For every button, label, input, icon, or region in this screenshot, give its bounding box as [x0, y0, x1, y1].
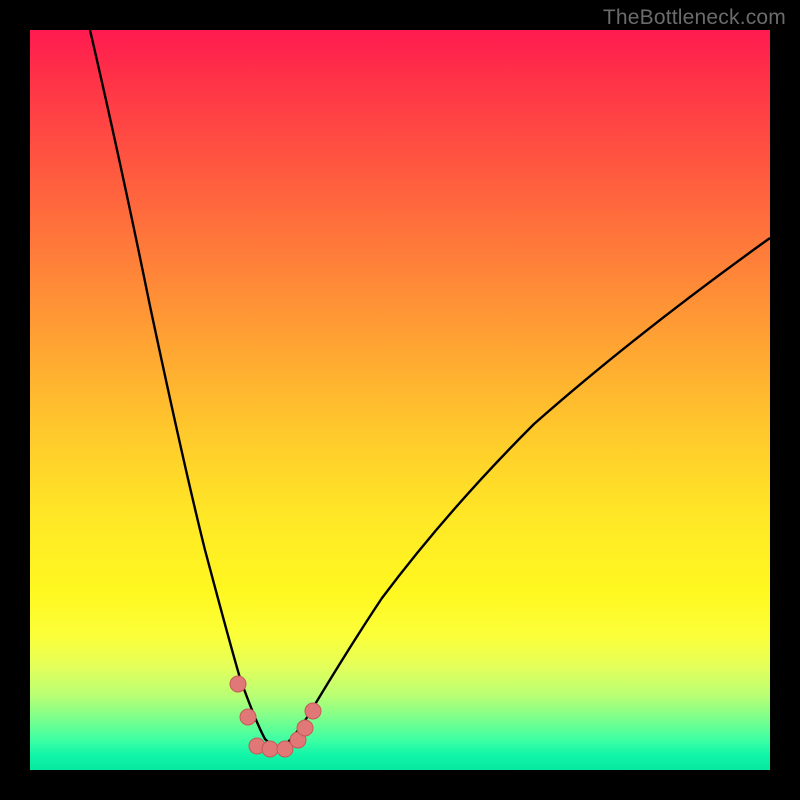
- plot-area: [30, 30, 770, 770]
- watermark-text: TheBottleneck.com: [603, 6, 786, 30]
- valley-markers: [230, 676, 321, 757]
- left-curve: [90, 30, 280, 748]
- chart-frame: TheBottleneck.com: [0, 0, 800, 800]
- right-curve: [280, 238, 770, 748]
- curve-layer: [30, 30, 770, 770]
